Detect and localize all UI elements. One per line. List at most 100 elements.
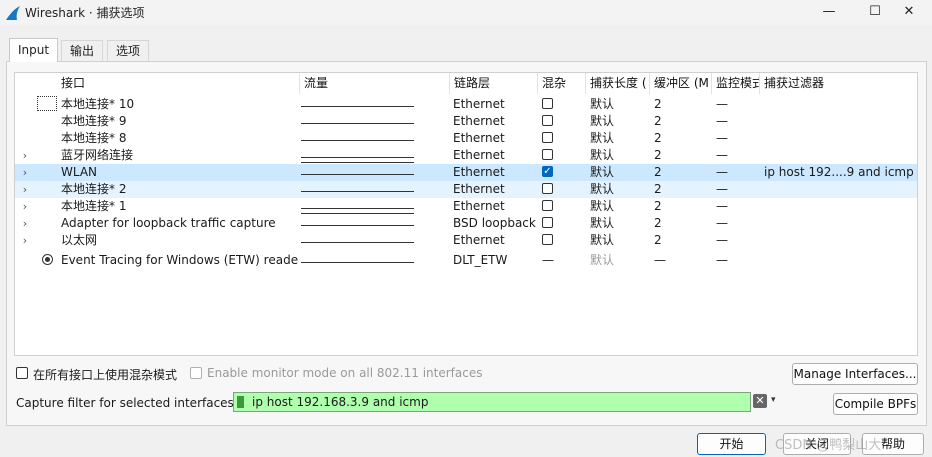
snaplen-value[interactable]: 默认 [590,147,648,164]
link-layer[interactable]: Ethernet [453,181,538,198]
snaplen-value[interactable]: 默认 [590,181,648,198]
interface-row[interactable]: › WLAN Ethernet ✓ 默认 2 — ip host 192....9 and i… [15,164,917,181]
link-layer[interactable]: Ethernet [453,164,538,181]
expand-chevron-icon[interactable]: › [20,164,30,181]
monitor-mode-value[interactable]: — [716,181,756,198]
column-header-capture-filter[interactable]: 捕获过滤器 [760,73,917,94]
link-layer[interactable]: Ethernet [453,96,538,113]
capture-filter-value[interactable] [764,232,916,249]
link-layer[interactable]: Ethernet [453,198,538,215]
snaplen-value[interactable]: 默认 [590,113,648,130]
link-layer[interactable]: DLT_ETW [453,252,538,269]
monitor-mode-value[interactable]: — [716,232,756,249]
capture-filter-value[interactable] [764,252,916,269]
capture-filter-value[interactable] [764,96,916,113]
column-header-link-layer[interactable]: 链路层 [450,73,538,94]
buffer-value[interactable]: 2 [654,215,709,232]
snaplen-value[interactable]: 默认 [590,130,648,147]
monitor-mode-value[interactable]: — [716,113,756,130]
monitor-mode-value[interactable]: — [716,96,756,113]
interface-row[interactable]: 本地连接* 8 Ethernet 默认 2 — [15,130,917,147]
interface-row[interactable]: › 蓝牙网络连接 Ethernet 默认 2 — [15,147,917,164]
column-header-traffic[interactable]: 流量 [300,73,450,94]
expand-chevron-icon[interactable]: › [20,198,30,215]
filter-history-dropdown-icon[interactable]: ▾ [771,395,776,405]
monitor-mode-value[interactable]: — [716,252,756,269]
snaplen-value[interactable]: 默认 [590,198,648,215]
interface-name: 本地连接* 8 [61,131,127,145]
monitor-mode-value[interactable]: — [716,147,756,164]
tab-input[interactable]: Input [9,38,59,62]
promisc-checkbox[interactable]: ✓ [542,166,553,177]
capture-filter-input[interactable]: ip host 192.168.3.9 and icmp [233,392,751,412]
monitor-mode-value[interactable]: — [716,130,756,147]
column-header-promiscuous[interactable]: 混杂 [538,73,586,94]
interface-row[interactable]: › Adapter for loopback traffic capture BSD… [15,215,917,232]
buffer-value[interactable]: 2 [654,164,709,181]
buffer-value[interactable]: 2 [654,113,709,130]
promisc-all-checkbox[interactable] [16,367,28,379]
snaplen-value[interactable]: 默认 [590,232,648,249]
promisc-checkbox[interactable] [542,115,553,126]
interface-row[interactable]: Event Tracing for Windows (ETW) reader DL… [15,252,917,269]
buffer-value[interactable]: 2 [654,232,709,249]
expand-chevron-icon[interactable]: › [20,147,30,164]
capture-filter-value[interactable] [764,198,916,215]
start-button[interactable]: 开始 [697,433,766,455]
monitor-mode-value[interactable]: — [716,215,756,232]
column-header-monitor-mode[interactable]: 监控模式 [712,73,760,94]
buffer-value[interactable]: 2 [654,198,709,215]
buffer-value[interactable]: 2 [654,96,709,113]
link-layer[interactable]: Ethernet [453,113,538,130]
column-header-interface[interactable]: 接口 [57,73,300,94]
link-layer[interactable]: Ethernet [453,232,538,249]
promisc-checkbox[interactable] [542,234,553,245]
tab-output[interactable]: 输出 [61,40,104,61]
monitor-mode-value[interactable]: — [716,164,756,181]
buffer-value[interactable]: — [654,252,709,269]
compile-bpfs-button[interactable]: Compile BPFs [833,393,918,415]
promisc-checkbox[interactable] [542,149,553,160]
expand-chevron-icon[interactable]: › [20,215,30,232]
tab-options[interactable]: 选项 [107,40,150,61]
buffer-value[interactable]: 2 [654,130,709,147]
link-layer[interactable]: Ethernet [453,130,538,147]
interface-table[interactable]: 接口 流量 链路层 混杂 捕获长度 ( 缓冲区 (M 监控模式 捕获过滤器 本地… [14,72,918,356]
column-header-snaplen[interactable]: 捕获长度 ( [586,73,650,94]
link-layer[interactable]: Ethernet [453,147,538,164]
capture-filter-value[interactable] [764,181,916,198]
snaplen-value[interactable]: 默认 [590,215,648,232]
interface-row[interactable]: › 本地连接* 1 Ethernet 默认 2 — [15,198,917,215]
snaplen-value[interactable]: 默认 [590,96,648,113]
promisc-checkbox[interactable] [542,200,553,211]
extcap-options-icon[interactable] [42,254,53,265]
interface-name: 蓝牙网络连接 [61,148,134,162]
monitor-mode-value[interactable]: — [716,198,756,215]
capture-filter-value[interactable] [764,215,916,232]
interface-row[interactable]: 本地连接* 10 Ethernet 默认 2 — [15,96,917,113]
promisc-checkbox[interactable] [542,217,553,228]
clear-filter-icon[interactable]: ✕ [753,394,767,408]
snaplen-value[interactable]: 默认 [590,164,648,181]
promisc-checkbox[interactable] [542,98,553,109]
expand-chevron-icon[interactable]: › [20,232,30,249]
capture-filter-value[interactable] [764,113,916,130]
interface-row[interactable]: › 本地连接* 2 Ethernet 默认 2 — [15,181,917,198]
interface-row[interactable]: 本地连接* 9 Ethernet 默认 2 — [15,113,917,130]
link-layer[interactable]: BSD loopback [453,215,538,232]
promisc-checkbox[interactable] [542,132,553,143]
manage-interfaces-button[interactable]: Manage Interfaces... [792,363,918,385]
capture-filter-value[interactable] [764,147,916,164]
minimize-button[interactable]: — [806,0,852,25]
buffer-value[interactable]: 2 [654,181,709,198]
buffer-value[interactable]: 2 [654,147,709,164]
bookmark-icon[interactable] [237,396,244,408]
capture-filter-value[interactable]: ip host 192....9 and icmp [764,164,916,181]
column-header-buffer[interactable]: 缓冲区 (M [650,73,712,94]
promisc-checkbox[interactable] [542,183,553,194]
interface-row[interactable]: › 以太网 Ethernet 默认 2 — [15,232,917,249]
expand-chevron-icon[interactable]: › [20,181,30,198]
close-window-button[interactable]: ✕ [886,0,932,25]
capture-filter-value[interactable] [764,130,916,147]
snaplen-value[interactable]: 默认 [590,252,648,269]
